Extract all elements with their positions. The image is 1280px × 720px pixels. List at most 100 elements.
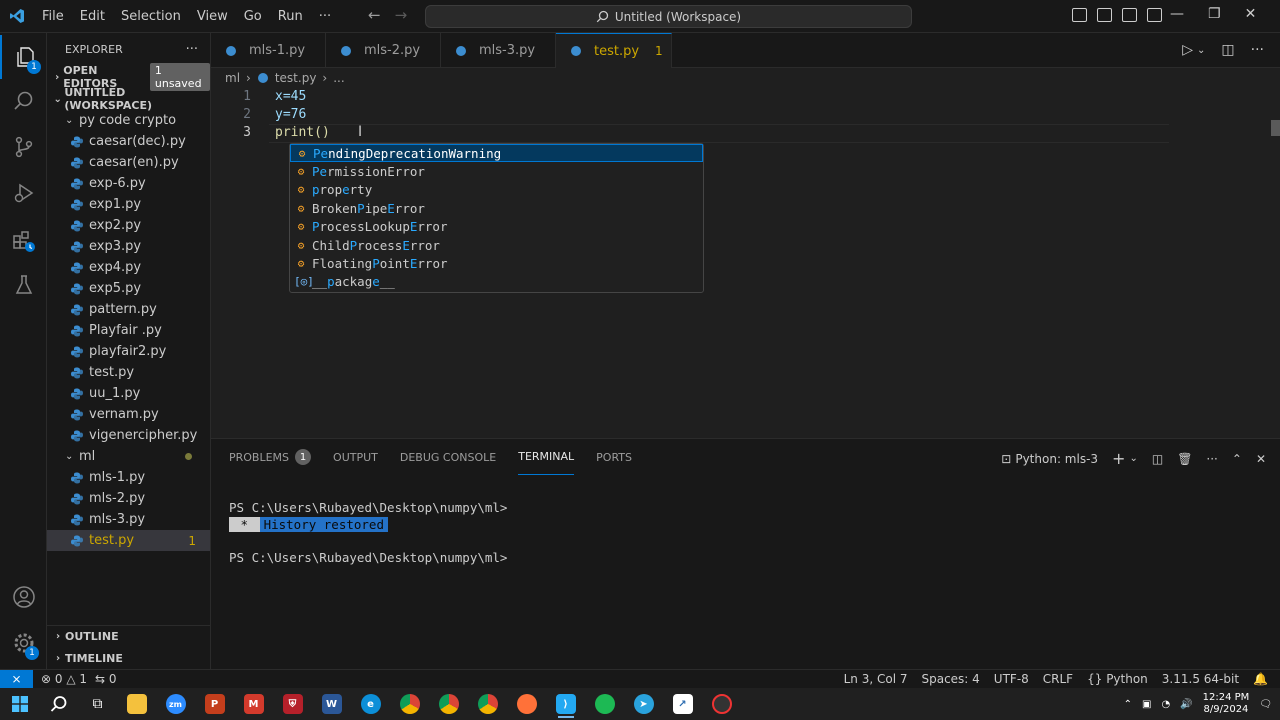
menu-run[interactable]: Run <box>270 9 311 24</box>
explorer-activity[interactable]: 1 <box>0 35 47 79</box>
tab-mls-3[interactable]: mls-3.py <box>441 33 556 68</box>
taskbar-edge[interactable]: e <box>351 688 390 720</box>
back-arrow-icon[interactable]: ← <box>368 6 381 24</box>
clock[interactable]: 12:24 PM 8/9/2024 <box>1203 692 1250 716</box>
menu-go[interactable]: Go <box>236 9 270 24</box>
taskbar-app-circle[interactable] <box>702 688 741 720</box>
file-item[interactable]: uu_1.py <box>47 383 210 404</box>
folder-py-code-crypto[interactable]: ⌄ py code crypto <box>47 110 210 131</box>
more-actions-icon[interactable]: ··· <box>1206 452 1217 466</box>
tray-icon[interactable]: ▣ <box>1142 699 1151 710</box>
taskbar-vscode[interactable]: ⟩ <box>546 688 585 720</box>
suggestion-item[interactable]: [◎] __package__ <box>290 273 703 291</box>
file-item[interactable]: exp4.py <box>47 257 210 278</box>
suggestion-item[interactable]: ⚙ PermissionError <box>290 162 703 180</box>
file-item[interactable]: exp5.py <box>47 278 210 299</box>
split-editor-icon[interactable]: ◫ <box>1221 42 1234 58</box>
menu-edit[interactable]: Edit <box>72 9 113 24</box>
file-item[interactable]: exp3.py <box>47 236 210 257</box>
folder-ml[interactable]: ⌄ ml <box>47 446 210 467</box>
chevron-down-icon[interactable]: ⌄ <box>1197 45 1205 58</box>
toggle-panel-icon[interactable] <box>1097 8 1112 22</box>
problems-status[interactable]: ⊗ 0 △ 1 <box>41 672 87 686</box>
command-center-search[interactable]: Untitled (Workspace) <box>425 5 912 28</box>
tab-problems[interactable]: PROBLEMS 1 <box>229 439 312 475</box>
manage-activity[interactable]: 1 <box>0 621 47 665</box>
menu-selection[interactable]: Selection <box>113 9 189 24</box>
new-terminal-icon[interactable]: + <box>1112 449 1125 468</box>
close-icon[interactable]: ✕ <box>1245 6 1257 22</box>
python-interpreter[interactable]: 3.11.5 64-bit <box>1162 672 1239 686</box>
taskbar-chrome-2[interactable] <box>429 688 468 720</box>
toggle-secondary-sidebar-icon[interactable] <box>1122 8 1137 22</box>
split-terminal-icon[interactable]: ◫ <box>1152 452 1163 466</box>
workspace-section[interactable]: ⌄ UNTITLED (WORKSPACE) <box>47 86 210 112</box>
encoding[interactable]: UTF-8 <box>994 672 1029 686</box>
file-item[interactable]: exp2.py <box>47 215 210 236</box>
taskbar-spotify[interactable] <box>585 688 624 720</box>
file-item[interactable]: mls-3.py <box>47 509 210 530</box>
open-editors-section[interactable]: › OPEN EDITORS 1 unsaved <box>47 63 210 91</box>
taskbar-search[interactable] <box>39 688 78 720</box>
suggestion-item[interactable]: ⚙ ChildProcessError <box>290 236 703 254</box>
suggestion-item[interactable]: ⚙ FloatingPointError <box>290 254 703 272</box>
minimize-icon[interactable]: — <box>1170 6 1184 22</box>
trash-icon[interactable]: 🗑 <box>1177 452 1192 466</box>
remote-icon[interactable]: ⨯ <box>0 669 33 689</box>
chevron-down-icon[interactable]: ⌄ <box>1129 453 1137 464</box>
forward-arrow-icon[interactable]: → <box>395 6 408 24</box>
suggestion-item[interactable]: ⚙ ProcessLookupError <box>290 218 703 236</box>
tab-mls-2[interactable]: mls-2.py <box>326 33 441 68</box>
tab-test[interactable]: test.py 1 <box>556 33 672 68</box>
suggestion-item[interactable]: ⚙ BrokenPipeError <box>290 199 703 217</box>
file-item[interactable]: vigenercipher.py <box>47 425 210 446</box>
extensions-activity[interactable] <box>0 219 47 263</box>
indentation[interactable]: Spaces: 4 <box>921 672 979 686</box>
file-item-selected[interactable]: test.py 1 <box>47 530 210 551</box>
file-item[interactable]: exp1.py <box>47 194 210 215</box>
taskbar-chrome-1[interactable] <box>390 688 429 720</box>
taskbar-app-shield[interactable]: ⛨ <box>273 688 312 720</box>
file-item[interactable]: caesar(en).py <box>47 152 210 173</box>
file-item[interactable]: vernam.py <box>47 404 210 425</box>
file-item[interactable]: playfair2.py <box>47 341 210 362</box>
breadcrumb-more[interactable]: ... <box>333 71 344 85</box>
run-file-icon[interactable]: ▷ <box>1182 42 1193 58</box>
source-control-activity[interactable] <box>0 125 47 169</box>
ports-status[interactable]: ⇆ 0 <box>95 672 117 686</box>
file-item[interactable]: caesar(dec).py <box>47 131 210 152</box>
tab-debug-console[interactable]: DEBUG CONSOLE <box>400 439 496 475</box>
taskbar-firefox[interactable] <box>507 688 546 720</box>
menu-view[interactable]: View <box>189 9 236 24</box>
start-button[interactable] <box>0 688 39 720</box>
scrollbar-thumb[interactable] <box>1271 120 1280 136</box>
chevron-up-icon[interactable]: ⌃ <box>1124 699 1132 710</box>
file-item[interactable]: pattern.py <box>47 299 210 320</box>
taskbar-app-chart[interactable]: ↗ <box>663 688 702 720</box>
tab-terminal[interactable]: TERMINAL <box>518 439 575 475</box>
file-item[interactable]: Playfair .py <box>47 320 210 341</box>
breadcrumb-folder[interactable]: ml <box>225 71 240 85</box>
suggestion-item[interactable]: ⚙ PendingDeprecationWarning <box>290 144 703 163</box>
tab-mls-1[interactable]: mls-1.py <box>211 33 326 68</box>
language-mode[interactable]: {} Python <box>1087 672 1148 686</box>
taskbar-telegram[interactable]: ➤ <box>624 688 663 720</box>
taskbar-chrome-3[interactable] <box>468 688 507 720</box>
restore-icon[interactable]: ❐ <box>1208 6 1221 22</box>
taskbar-zoom[interactable]: zm <box>156 688 195 720</box>
notification-icon[interactable]: 🗨 <box>1259 699 1272 710</box>
wifi-icon[interactable]: ◔ <box>1161 699 1170 710</box>
testing-activity[interactable] <box>0 263 47 307</box>
timeline-section[interactable]: › TIMELINE <box>47 647 210 669</box>
outline-section[interactable]: › OUTLINE <box>47 625 210 647</box>
tab-ports[interactable]: PORTS <box>596 439 632 475</box>
taskbar-app-red[interactable]: M <box>234 688 273 720</box>
close-panel-icon[interactable]: ✕ <box>1256 452 1266 466</box>
run-debug-activity[interactable] <box>0 171 47 215</box>
file-item[interactable]: mls-1.py <box>47 467 210 488</box>
file-item[interactable]: test.py <box>47 362 210 383</box>
accounts-activity[interactable] <box>0 575 47 619</box>
cursor-position[interactable]: Ln 3, Col 7 <box>844 672 908 686</box>
more-actions-icon[interactable]: ··· <box>1251 42 1264 58</box>
toggle-sidebar-icon[interactable] <box>1072 8 1087 22</box>
